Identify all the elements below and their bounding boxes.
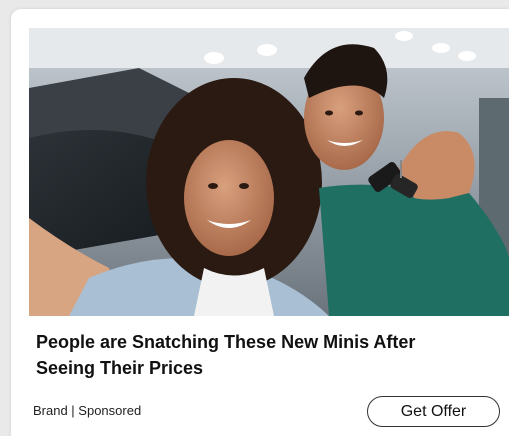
sponsor-label: Brand | Sponsored [33, 403, 142, 418]
ad-card[interactable]: People are Snatching These New Minis Aft… [11, 9, 509, 436]
couple-car-keys-photo [29, 28, 509, 316]
ad-headline[interactable]: People are Snatching These New Minis Aft… [36, 329, 476, 381]
ad-image[interactable] [29, 28, 509, 316]
get-offer-button[interactable]: Get Offer [367, 396, 500, 427]
